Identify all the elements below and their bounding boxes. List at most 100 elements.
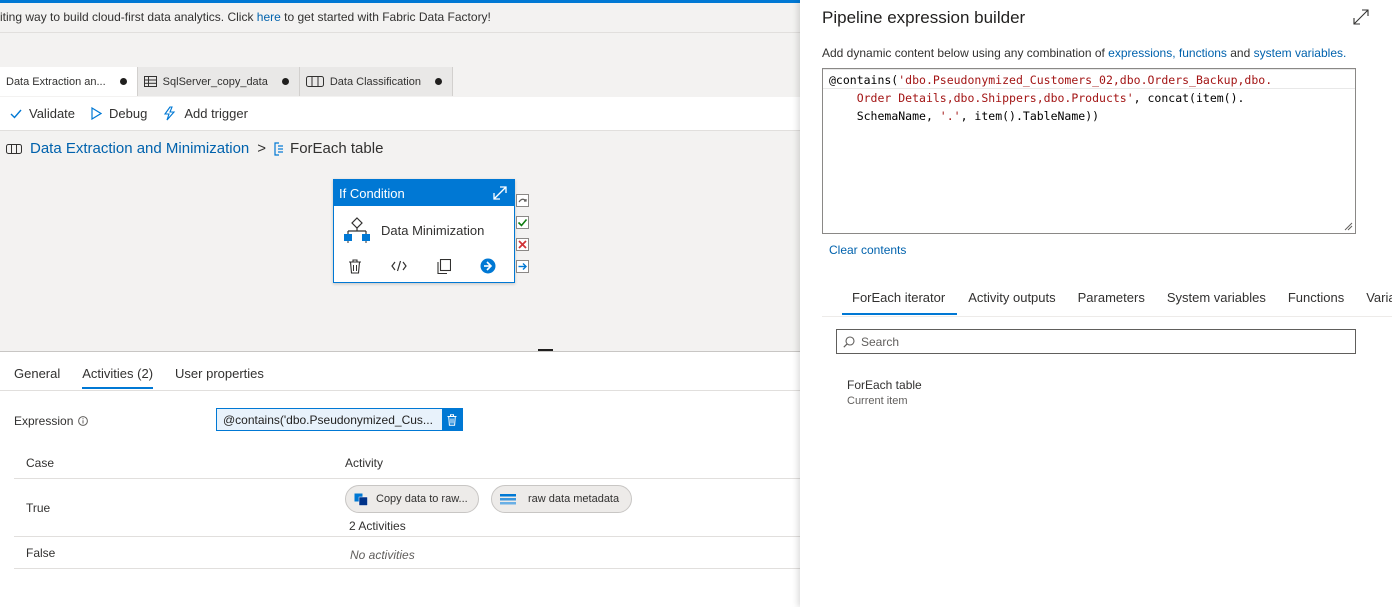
builder-tabs: ForEach iterator Activity outputs Parame… — [822, 290, 1392, 315]
if-condition-icon — [344, 217, 370, 243]
no-activities: No activities — [350, 548, 415, 562]
activity-raw-data-metadata[interactable]: raw data metadata — [491, 485, 633, 513]
copy-icon[interactable] — [437, 258, 451, 274]
activity-actions — [348, 258, 496, 274]
tab-system-variables[interactable]: System variables — [1156, 290, 1277, 315]
delete-icon[interactable] — [348, 258, 362, 274]
header-activity: Activity — [345, 456, 384, 470]
tab-activities[interactable]: Activities (2) — [82, 366, 154, 389]
delete-icon — [447, 413, 457, 426]
activity-name: Data Minimization — [381, 222, 485, 238]
banner-link[interactable]: here — [257, 10, 281, 24]
code-string: Order Details,dbo.Shippers,dbo.Products' — [856, 91, 1134, 105]
properties-panel: General Activities (2) User properties E… — [0, 351, 800, 607]
search-placeholder: Search — [861, 334, 900, 349]
expression-editor[interactable]: @contains('dbo.Pseudonymized_Customers_0… — [822, 68, 1356, 234]
pipeline-toolbar: Validate Debug Add trigger — [0, 97, 800, 131]
tab-variables[interactable]: Varia — [1355, 290, 1392, 315]
fabric-banner: iting way to build cloud-first data anal… — [0, 3, 800, 33]
search-input[interactable]: Search — [836, 329, 1356, 354]
tab-data-classification[interactable]: Data Classification — [300, 67, 453, 96]
failure-connector-icon[interactable] — [516, 238, 529, 254]
validate-button[interactable]: Validate — [10, 106, 75, 121]
pipeline-icon — [305, 76, 324, 87]
expression-builder-panel: Pipeline expression builder Add dynamic … — [800, 0, 1392, 607]
tab-user-properties[interactable]: User properties — [175, 366, 264, 389]
panel-title: Pipeline expression builder — [822, 8, 1026, 27]
search-icon — [843, 335, 855, 348]
add-trigger-label: Add trigger — [184, 106, 248, 121]
code-line: SchemaName, '.', item().TableName)) — [829, 107, 1349, 125]
resize-grip-icon[interactable] — [1344, 222, 1353, 231]
foreach-item-description: Current item — [847, 395, 908, 407]
table-icon — [143, 76, 157, 87]
table-row: True Copy data to raw... raw data metada… — [14, 479, 800, 537]
code-icon[interactable] — [391, 260, 408, 272]
tab-activity-outputs[interactable]: Activity outputs — [957, 290, 1066, 315]
table-row: False No activities — [14, 537, 800, 569]
clear-expression-button[interactable] — [442, 409, 462, 430]
breadcrumb-pipeline-link[interactable]: Data Extraction and Minimization — [30, 140, 249, 157]
activity-label: raw data metadata — [528, 493, 620, 505]
tab-foreach-iterator[interactable]: ForEach iterator — [842, 290, 958, 315]
tab-label: SqlServer_copy_data — [162, 75, 268, 88]
arrow-right-circle-icon[interactable] — [480, 258, 496, 274]
code-line: @contains('dbo.Pseudonymized_Customers_0… — [829, 71, 1349, 89]
foreach-icon — [274, 141, 284, 156]
activity-body: Data Minimization — [334, 206, 514, 243]
tab-functions[interactable]: Functions — [1277, 290, 1355, 315]
info-icon[interactable] — [78, 416, 89, 426]
code-token: SchemaName, — [856, 109, 940, 123]
expand-icon[interactable] — [492, 185, 508, 201]
pipeline-canvas[interactable]: Data Extraction and Minimization > ForEa… — [0, 131, 800, 351]
expressions-link[interactable]: expressions, — [1108, 46, 1175, 60]
play-icon — [91, 107, 103, 120]
unsaved-dot-icon — [119, 78, 127, 85]
completion-connector-icon[interactable] — [516, 260, 529, 276]
activity-label: Copy data to raw... — [376, 493, 468, 505]
foreach-item[interactable]: ForEach table — [847, 378, 922, 392]
expand-icon[interactable] — [1352, 8, 1370, 26]
system-variables-link[interactable]: system variables. — [1254, 46, 1347, 60]
code-token: , concat(item(). — [1133, 91, 1245, 105]
copy-activity-icon — [354, 493, 368, 506]
unsaved-dot-icon — [434, 78, 442, 85]
activity-output-connectors — [516, 194, 529, 276]
clear-contents-link[interactable]: Clear contents — [829, 243, 906, 257]
pipeline-icon — [6, 143, 22, 154]
lightning-icon — [164, 106, 176, 121]
expression-value: @contains('dbo.Pseudonymized_Cus... — [223, 412, 433, 427]
code-line: Order Details,dbo.Shippers,dbo.Products'… — [829, 89, 1349, 107]
banner-text-end: to get started with Fabric Data Factory! — [280, 10, 491, 24]
breadcrumb: Data Extraction and Minimization > ForEa… — [6, 140, 383, 157]
activity-header: If Condition — [334, 180, 514, 206]
success-connector-icon[interactable] — [516, 216, 529, 232]
functions-link[interactable]: functions — [1179, 46, 1227, 60]
if-condition-activity[interactable]: If Condition Data Minimization — [333, 179, 515, 283]
tab-sqlserver-copy[interactable]: SqlServer_copy_data — [138, 67, 300, 96]
check-icon — [10, 109, 22, 119]
tab-label: Data Extraction an... — [6, 75, 106, 88]
skip-connector-icon[interactable] — [516, 194, 529, 210]
activity-copy-data[interactable]: Copy data to raw... — [345, 485, 479, 513]
code-token: , item().TableName)) — [960, 109, 1100, 123]
expression-label-text: Expression — [14, 414, 74, 428]
expression-input[interactable]: @contains('dbo.Pseudonymized_Cus... — [216, 408, 463, 431]
cases-table: Case Activity True Copy data to raw... r… — [14, 446, 800, 569]
debug-button[interactable]: Debug — [91, 106, 147, 121]
validate-label: Validate — [29, 106, 76, 121]
debug-label: Debug — [109, 106, 148, 121]
pipeline-editor: iting way to build cloud-first data anal… — [0, 0, 800, 607]
add-trigger-button[interactable]: Add trigger — [163, 106, 248, 121]
activity-type: If Condition — [339, 185, 405, 201]
tabs-divider — [822, 316, 1392, 317]
builder-description: Add dynamic content below using any comb… — [822, 46, 1346, 60]
case-false: False — [26, 546, 56, 560]
tab-data-extraction[interactable]: Data Extraction an... — [0, 67, 138, 96]
properties-tabs: General Activities (2) User properties — [14, 366, 286, 389]
tab-general[interactable]: General — [14, 366, 60, 389]
tab-label: Data Classification — [329, 75, 421, 88]
tab-parameters[interactable]: Parameters — [1067, 290, 1156, 315]
metadata-icon — [500, 493, 516, 504]
breadcrumb-current: ForEach table — [290, 140, 384, 157]
